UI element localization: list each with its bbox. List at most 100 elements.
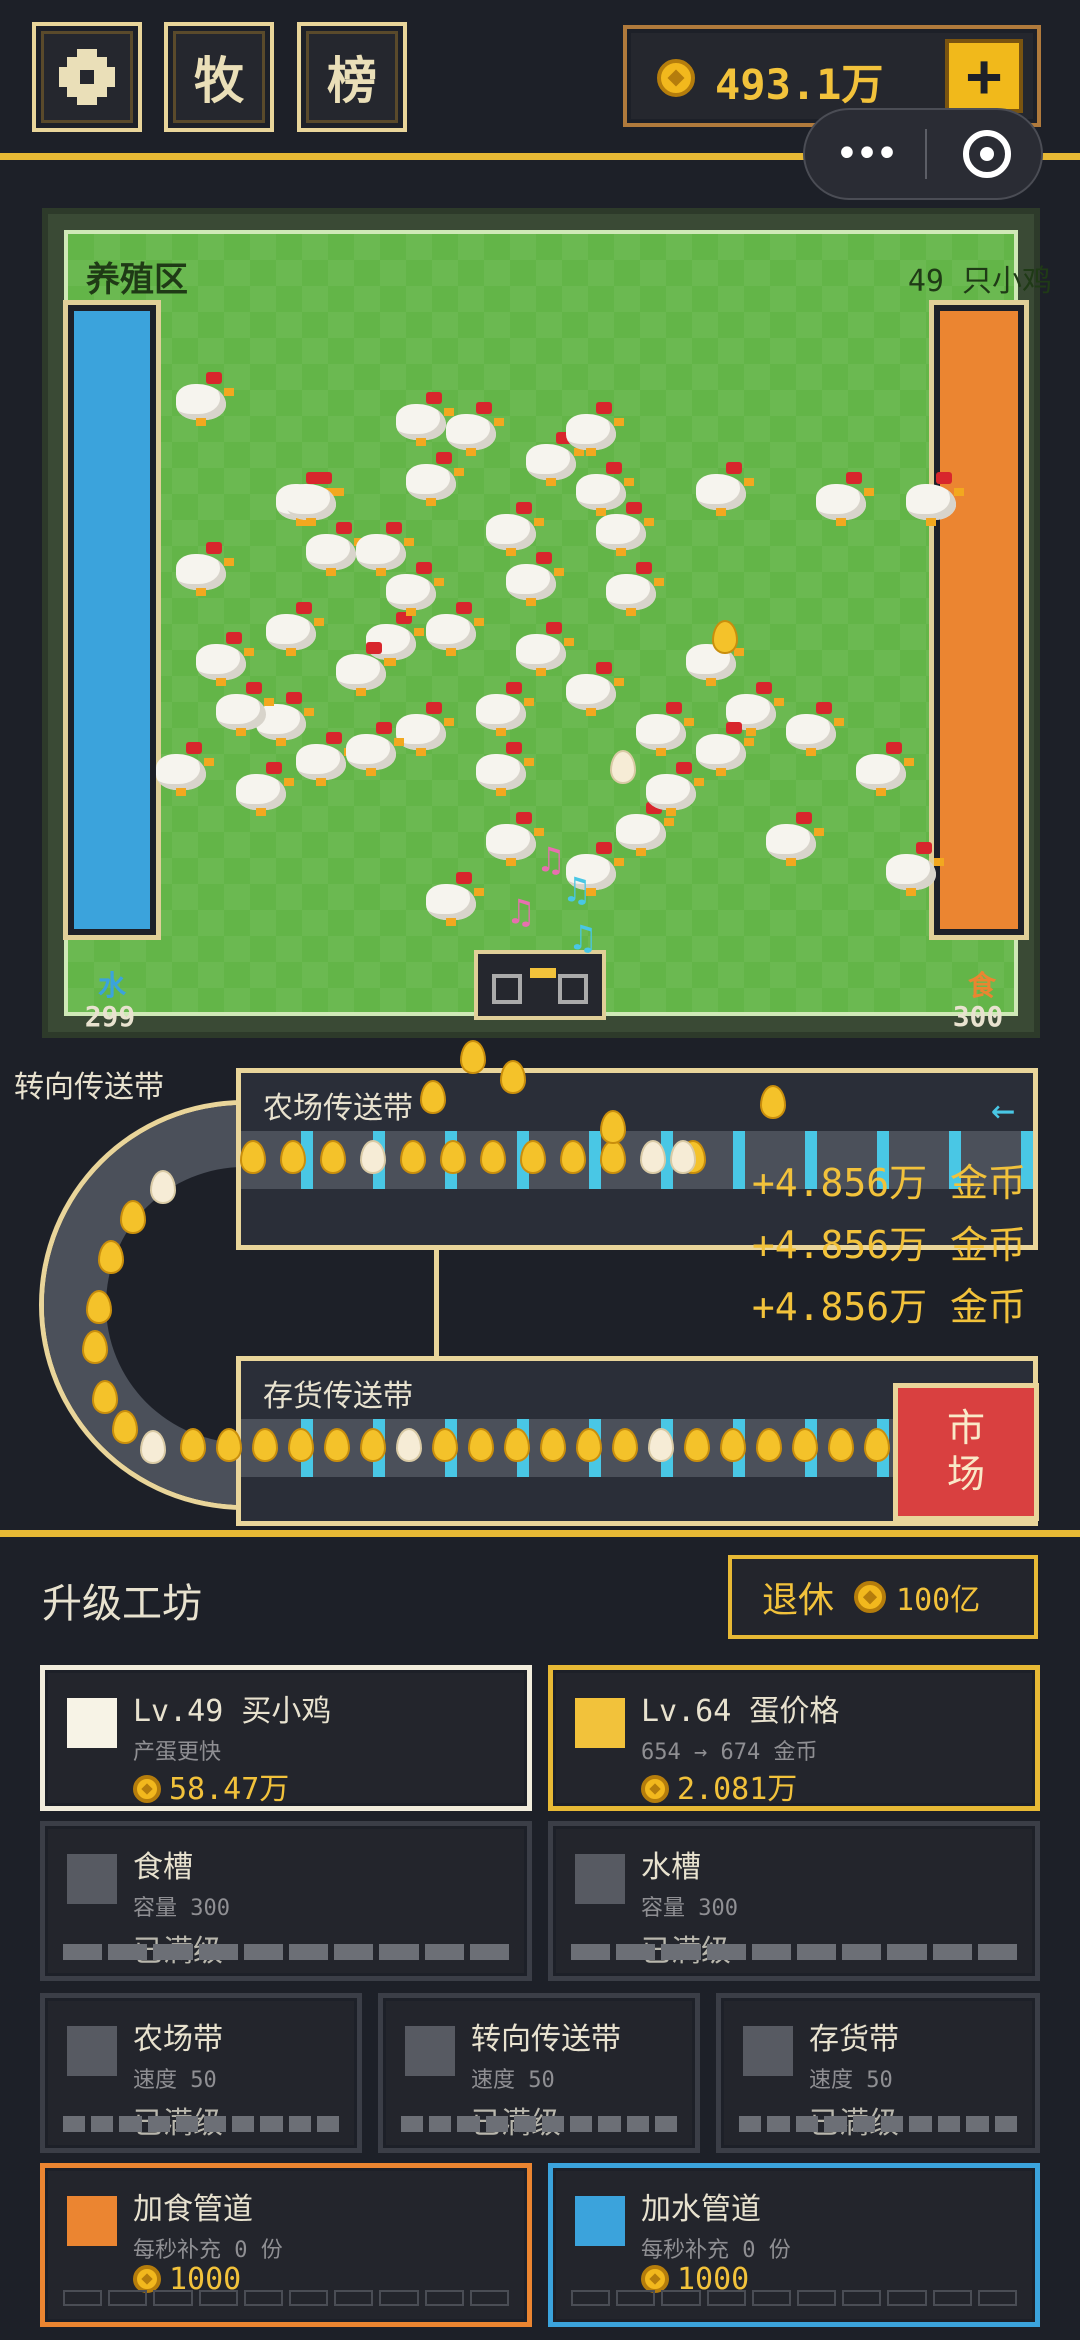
egg <box>320 1140 346 1174</box>
egg <box>180 1428 206 1462</box>
upgrade-name: 存货带 <box>809 2022 899 2057</box>
egg <box>112 1410 138 1444</box>
chicken <box>400 450 464 506</box>
close-miniprogram-button[interactable] <box>963 130 1011 178</box>
chicken <box>590 500 654 556</box>
chicken <box>280 470 344 526</box>
coin-gain-popup: +4.856万 金币 <box>751 1223 1026 1267</box>
menu-button[interactable] <box>32 22 142 132</box>
coin-icon <box>133 2265 161 2293</box>
chick-count: 49 只小鸡 <box>907 264 1052 299</box>
level-progress <box>63 2290 510 2306</box>
level-progress <box>63 2116 340 2132</box>
water-level-bar <box>68 305 156 935</box>
egg <box>240 1140 266 1174</box>
music-note-icon: ♫ <box>510 892 532 933</box>
chicken <box>340 720 404 776</box>
egg <box>520 1140 546 1174</box>
chicken <box>170 370 234 426</box>
upgrade-name: 食槽 <box>133 1850 193 1885</box>
egg <box>500 1060 526 1094</box>
swatch <box>575 1854 625 1904</box>
swatch <box>405 2026 455 2076</box>
food-value: 300 <box>952 1000 1004 1033</box>
upgrade-name: 加食管道 <box>133 2192 253 2227</box>
upgrade-desc: 速度 50 <box>809 2068 893 2093</box>
upgrade-card-egg-price[interactable]: Lv.64 蛋价格 654 → 674 金币 2.081万 <box>548 1665 1040 1811</box>
add-coins-button[interactable]: + <box>945 39 1023 113</box>
leaderboard-button[interactable]: 榜 <box>297 22 407 132</box>
egg <box>760 1085 786 1119</box>
chicken <box>760 810 824 866</box>
level-progress <box>63 1944 510 1960</box>
level-progress <box>401 2116 678 2132</box>
chicken <box>420 870 484 926</box>
retire-cost: 100亿 <box>896 1583 981 1618</box>
market-label: 市 场 <box>946 1406 985 1496</box>
retire-button[interactable]: 退休 100亿 <box>728 1555 1038 1639</box>
upgrade-desc: 容量 300 <box>641 1896 738 1921</box>
farm-belt-label: 农场传送带 <box>263 1091 413 1126</box>
boombox-icon[interactable] <box>474 950 606 1020</box>
workshop-title: 升级工坊 <box>42 1581 202 1627</box>
chicken <box>600 560 664 616</box>
chicken <box>190 630 254 686</box>
egg <box>216 1428 242 1462</box>
chicken <box>640 760 704 816</box>
egg <box>400 1140 426 1174</box>
chicken <box>470 740 534 796</box>
egg <box>560 1140 586 1174</box>
turn-belt-label: 转向传送带 <box>14 1070 164 1105</box>
upgrade-name: Lv.49 买小鸡 <box>133 1694 332 1729</box>
chicken <box>810 470 874 526</box>
egg <box>864 1428 890 1462</box>
swatch <box>67 1854 117 1904</box>
egg <box>420 1080 446 1114</box>
egg <box>670 1140 696 1174</box>
upgrade-card-food-pipe[interactable]: 加食管道 每秒补充 0 份 1000 <box>40 2163 532 2327</box>
level-progress <box>571 1944 1018 1960</box>
egg <box>280 1140 306 1174</box>
food-level-bar <box>934 305 1024 935</box>
chicken <box>330 640 394 696</box>
chicken <box>350 520 414 576</box>
chicken <box>560 400 624 456</box>
music-note-icon: ♫ <box>566 870 588 911</box>
upgrade-card-water[interactable]: 水槽 容量 300 已满级 <box>548 1821 1040 1981</box>
coin-amount: 493.1万 <box>715 60 884 109</box>
chicken <box>480 500 544 556</box>
coin-icon <box>641 1775 669 1803</box>
level-progress <box>739 2116 1018 2132</box>
ranch-button[interactable]: 牧 <box>164 22 274 132</box>
egg <box>610 750 636 784</box>
upgrade-name: Lv.64 蛋价格 <box>641 1694 840 1729</box>
egg <box>440 1140 466 1174</box>
upgrade-card-stock-belt[interactable]: 存货带 速度 50 已满级 <box>716 1993 1040 2153</box>
market-button[interactable]: 市 场 <box>893 1383 1039 1521</box>
chicken <box>230 760 294 816</box>
upgrade-card-water-pipe[interactable]: 加水管道 每秒补充 0 份 1000 <box>548 2163 1040 2327</box>
upgrade-card-feeder[interactable]: 食槽 容量 300 已满级 <box>40 1821 532 1981</box>
egg <box>396 1428 422 1462</box>
gear-icon <box>59 49 115 105</box>
egg <box>432 1428 458 1462</box>
upgrade-price: 2.081万 <box>641 1764 797 1808</box>
more-button[interactable]: ••• <box>805 131 925 177</box>
swatch <box>67 2026 117 2076</box>
upgrade-card-farm-belt[interactable]: 农场带 速度 50 已满级 <box>40 1993 362 2153</box>
level-progress <box>571 2290 1018 2306</box>
upgrade-price: 58.47万 <box>133 1764 289 1808</box>
upgrade-card-buy-chick[interactable]: Lv.49 买小鸡 产蛋更快 58.47万 <box>40 1665 532 1811</box>
chicken <box>150 740 214 796</box>
upgrade-desc: 每秒补充 0 份 <box>641 2238 791 2263</box>
egg <box>828 1428 854 1462</box>
retire-label: 退休 <box>762 1580 835 1621</box>
farm-zone-label: 养殖区 <box>86 260 188 300</box>
coin-icon <box>854 1581 887 1613</box>
upgrade-card-turn-belt[interactable]: 转向传送带 速度 50 已满级 <box>378 1993 700 2153</box>
egg <box>648 1428 674 1462</box>
chicken <box>780 700 844 756</box>
stock-belt-label: 存货传送带 <box>263 1379 413 1414</box>
upgrade-name: 加水管道 <box>641 2192 761 2227</box>
egg <box>288 1428 314 1462</box>
